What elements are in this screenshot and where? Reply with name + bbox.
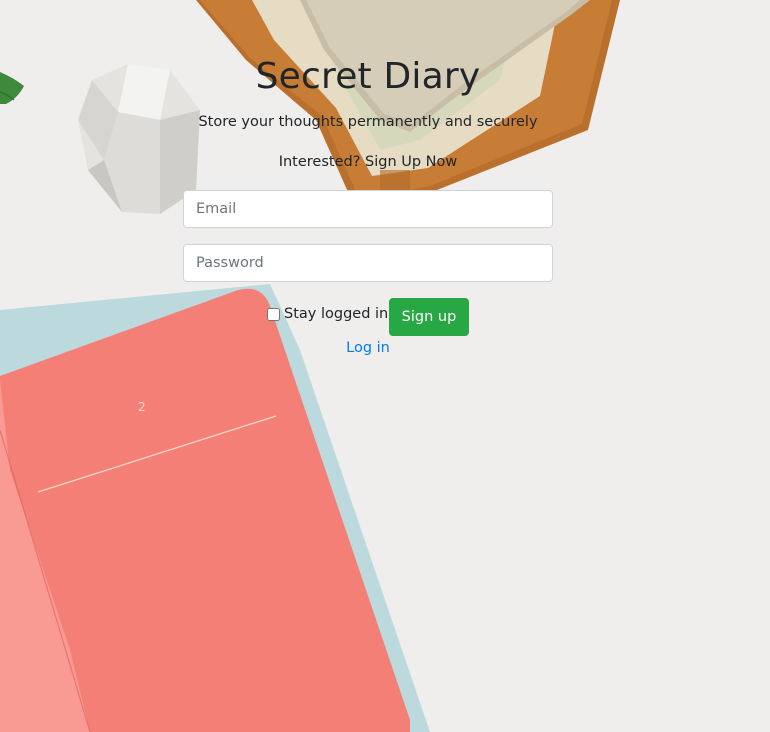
password-field[interactable] — [183, 244, 553, 282]
email-field[interactable] — [183, 190, 553, 228]
log-in-link[interactable]: Log in — [346, 340, 390, 356]
sign-up-button[interactable]: Sign up — [389, 298, 469, 336]
login-link-row: Log in — [0, 340, 736, 356]
stay-logged-in-option[interactable]: Stay logged in — [266, 306, 388, 322]
stay-logged-in-checkbox[interactable] — [267, 307, 280, 321]
signup-panel: Secret Diary Store your thoughts permane… — [0, 0, 770, 732]
signup-prompt: Interested? Sign Up Now — [278, 154, 458, 170]
page-subtitle: Store your thoughts permanently and secu… — [198, 114, 538, 130]
page-title: Secret Diary — [255, 56, 481, 97]
stay-logged-in-label: Stay logged in — [284, 306, 389, 322]
